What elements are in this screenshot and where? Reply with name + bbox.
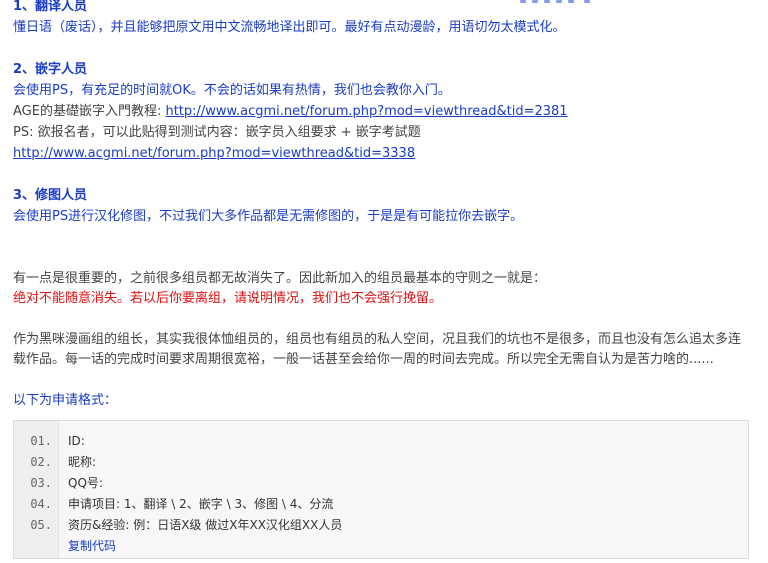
forum-post-content: 1、翻译人员 懂日语（废话），并且能够把原文用中文流畅地译出即可。最好有点动漫龄… — [0, 0, 768, 563]
application-label: 以下为申请格式： — [13, 393, 118, 408]
section-heading-retoucher: 3、修图人员 — [13, 188, 88, 203]
code-line: 02. 昵称: — [14, 452, 748, 473]
tutorial-line: AGE的基礎嵌字入門教程: http://www.acgmi.net/forum… — [13, 103, 568, 121]
code-line: 04. 申请项目: 1、翻译 \ 2、嵌字 \ 3、修图 \ 4、分流 — [14, 494, 748, 515]
tutorial-prefix: AGE的基礎嵌字入門教程: — [13, 104, 166, 119]
code-line: 03. QQ号: — [14, 473, 748, 494]
tutorial-link[interactable]: http://www.acgmi.net/forum.php?mod=viewt… — [165, 104, 567, 119]
line-number: 05. — [30, 518, 52, 532]
ps-note: PS: 欲报名者，可以此贴得到测试内容：嵌字员入组要求 + 嵌字考試题 — [13, 125, 421, 140]
rules-warning: 绝对不能随意消失。若以后你要离组，请说明情况，我们也不会强行挽留。 — [13, 291, 443, 306]
section-desc-retoucher: 会使用PS进行汉化修图，不过我们大多作品都是无需修图的，于是是有可能拉你去嵌字。 — [13, 209, 524, 224]
code-line: 01. ID: — [14, 431, 748, 452]
section-heading-typesetter: 2、嵌字人员 — [13, 62, 88, 77]
line-number: 03. — [30, 476, 52, 490]
rules-note-line-2: 载作品。每一话的完成时间要求周期很宽裕，一般一话甚至会给你一周的时间去完成。所以… — [13, 352, 714, 367]
test-link[interactable]: http://www.acgmi.net/forum.php?mod=viewt… — [13, 145, 415, 163]
decorative-dots — [520, 0, 640, 4]
code-text: QQ号: — [68, 476, 103, 490]
section-desc-typesetter: 会使用PS，有充足的时间就OK。不会的话如果有热情，我们也会教你入门。 — [13, 83, 451, 98]
section-heading-translator: 1、翻译人员 — [13, 0, 88, 14]
rules-intro: 有一点是很重要的，之前很多组员都无故消失了。因此新加入的组员最基本的守则之一就是… — [13, 271, 547, 286]
code-text: 资历&经验: 例：日语X级 做过X年XX汉化组XX人员 — [68, 518, 343, 532]
line-number: 01. — [30, 434, 52, 448]
code-block: 01. ID: 02. 昵称: 03. QQ号: 04. 申请项目: 1、翻译 … — [13, 420, 749, 559]
code-text: 昵称: — [68, 455, 97, 469]
rules-note-line-1: 作为黑咪漫画组的组长，其实我很体恤组员的，组员也有组员的私人空间，况且我们的坑也… — [13, 332, 742, 347]
code-text: ID: — [68, 434, 85, 448]
line-number: 04. — [30, 497, 52, 511]
section-desc-translator: 懂日语（废话），并且能够把原文用中文流畅地译出即可。最好有点动漫龄，用语切勿太模… — [13, 20, 566, 35]
line-number: 02. — [30, 455, 52, 469]
code-text: 申请项目: 1、翻译 \ 2、嵌字 \ 3、修图 \ 4、分流 — [68, 497, 334, 511]
copy-code-button[interactable]: 复制代码 — [68, 538, 116, 554]
code-line: 05. 资历&经验: 例：日语X级 做过X年XX汉化组XX人员 — [14, 515, 748, 536]
